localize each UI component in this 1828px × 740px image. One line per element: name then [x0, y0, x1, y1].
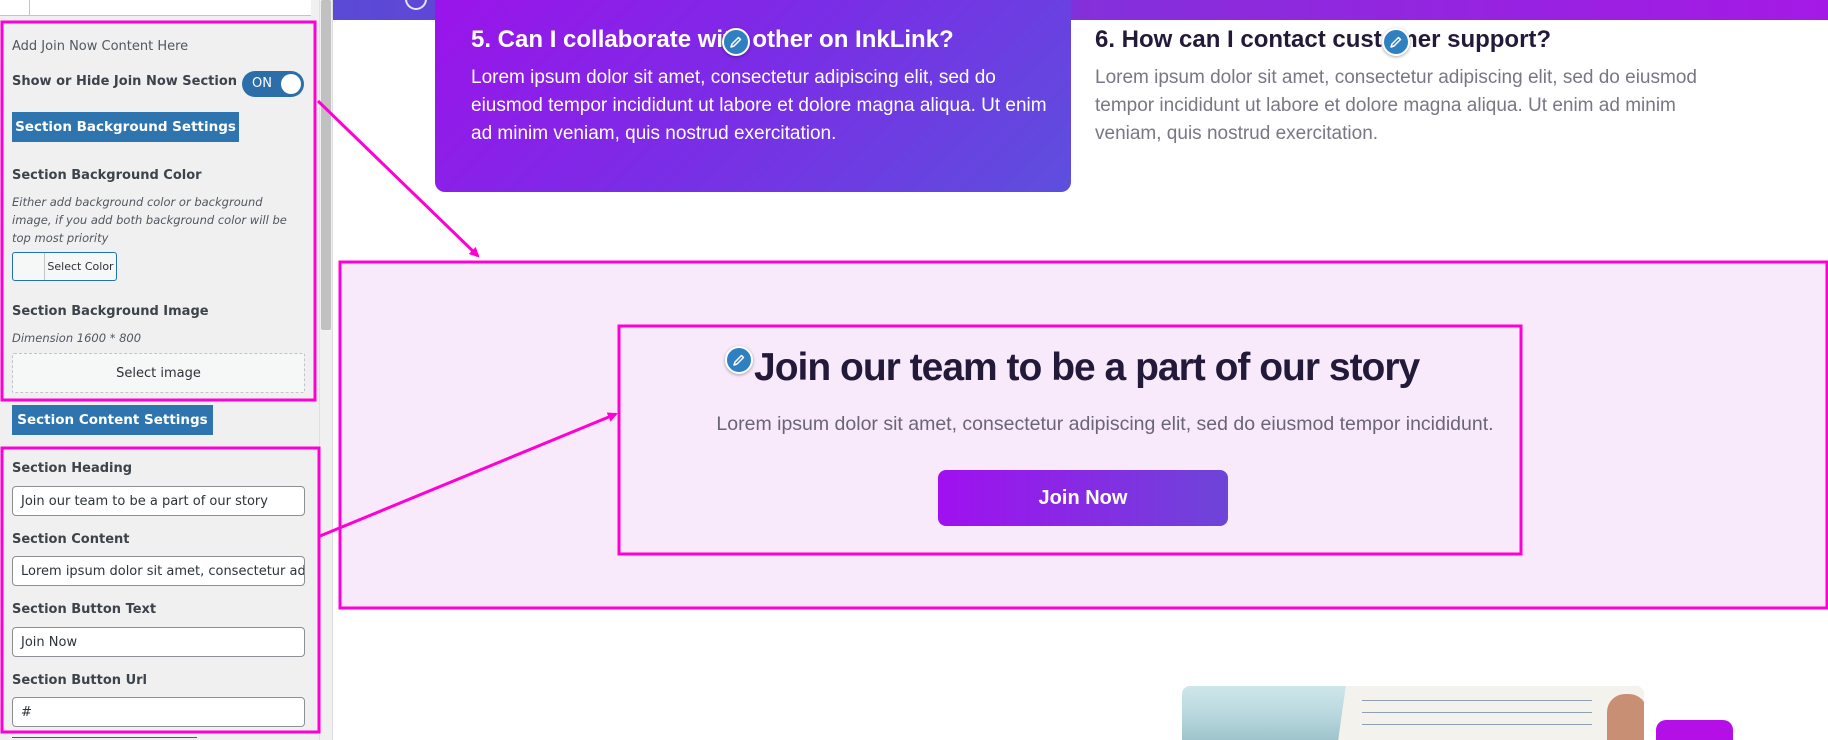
edit-pencil-icon[interactable]: [1382, 28, 1410, 56]
bg-image-dimension: Dimension 1600 * 800: [12, 331, 142, 345]
customizer-sidebar: Add Join Now Content Here Show or Hide J…: [0, 0, 333, 740]
bg-color-description: Either add background color or backgroun…: [12, 195, 287, 245]
toggle-knob: [281, 74, 301, 94]
sidebar-back-tab[interactable]: [0, 0, 30, 16]
show-hide-label: Show or Hide Join Now Section: [12, 74, 238, 89]
bg-settings-button[interactable]: Section Background Settings: [12, 112, 239, 142]
notebook-line: [1362, 700, 1592, 701]
bg-color-label: Section Background Color: [12, 168, 202, 183]
hand-shape: [1607, 694, 1644, 740]
faq-answer-5: Lorem ipsum dolor sit amet, consectetur …: [471, 67, 1047, 144]
notebook-line: [1362, 724, 1592, 725]
select-image-button[interactable]: Select image: [12, 353, 305, 393]
button-url-input[interactable]: #: [12, 697, 305, 727]
join-now-button[interactable]: Join Now: [938, 470, 1228, 526]
scroll-top-tab[interactable]: [1656, 720, 1733, 740]
site-preview: 5. Can I collaborate with other on InkLi…: [333, 0, 1828, 740]
join-text: Lorem ipsum dolor sit amet, consectetur …: [716, 413, 1494, 435]
button-url-label: Section Button Url: [12, 673, 147, 688]
join-heading: Join our team to be a part of our story: [754, 346, 1420, 389]
heading-input[interactable]: Join our team to be a part of our story: [12, 486, 305, 516]
button-text-label: Section Button Text: [12, 602, 157, 617]
circle-icon: [405, 0, 427, 10]
show-hide-toggle[interactable]: ON: [242, 71, 304, 97]
faq-answer-6: Lorem ipsum dolor sit amet, consectetur …: [1095, 67, 1697, 144]
select-color-button[interactable]: Select Color: [12, 252, 117, 281]
button-text-input[interactable]: Join Now: [12, 627, 305, 657]
sidebar-top-strip: [0, 0, 311, 16]
writing-photo: [1182, 686, 1644, 740]
notebook-line: [1362, 712, 1592, 713]
notebook-shape: [1338, 686, 1644, 740]
content-label: Section Content: [12, 532, 130, 547]
edit-pencil-icon[interactable]: [725, 346, 753, 374]
content-input[interactable]: Lorem ipsum dolor sit amet, consectetur …: [12, 556, 305, 586]
edit-pencil-icon[interactable]: [722, 28, 750, 56]
heading-label: Section Heading: [12, 461, 133, 476]
sidebar-scrollbar-thumb[interactable]: [321, 0, 331, 330]
content-settings-button[interactable]: Section Content Settings: [12, 405, 213, 435]
bg-image-label: Section Background Image: [12, 304, 209, 319]
faq-question-6: 6. How can I contact customer support?: [1095, 26, 1552, 53]
color-swatch: [13, 253, 45, 280]
faq-question-5: 5. Can I collaborate with other on InkLi…: [471, 26, 954, 53]
select-color-label: Select Color: [47, 260, 114, 273]
section-title: Add Join Now Content Here: [12, 39, 189, 54]
toggle-state-label: ON: [252, 76, 272, 91]
